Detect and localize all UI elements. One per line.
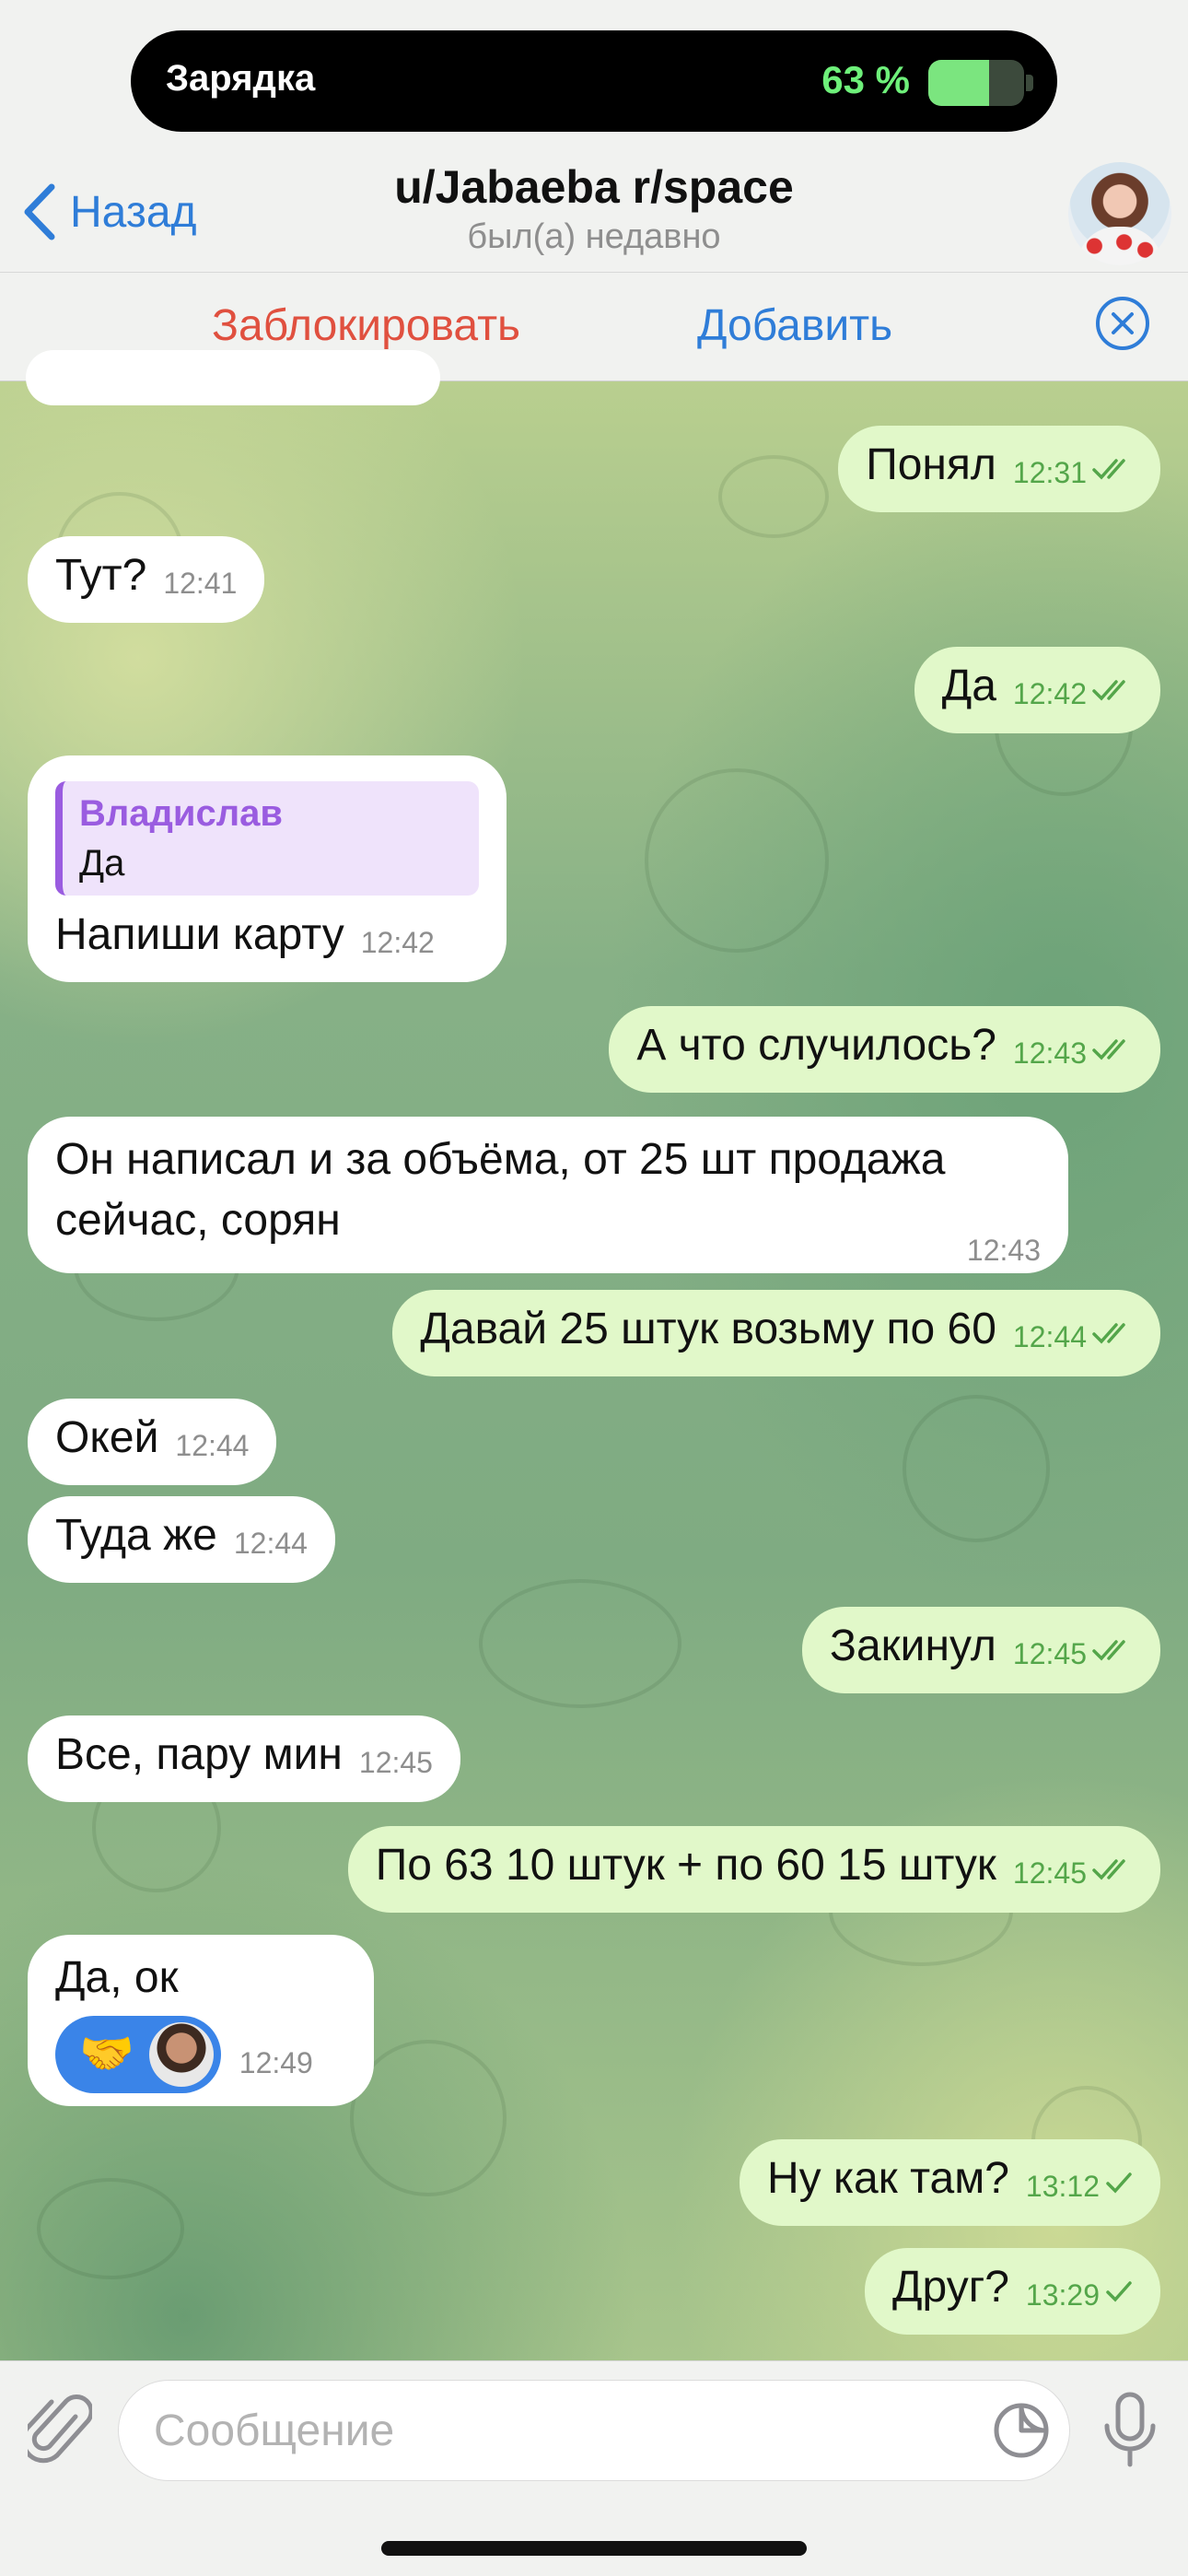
message-time: 13:29 (1025, 2278, 1100, 2312)
message-time: 12:45 (1012, 1856, 1087, 1890)
battery-level-fill (928, 60, 989, 106)
message-input[interactable] (118, 2380, 1070, 2481)
add-contact-button[interactable]: Добавить (697, 300, 892, 351)
reply-quote[interactable]: Владислав Да (55, 781, 479, 896)
message-in[interactable]: Тут? 12:41 (28, 536, 265, 623)
message-time: 12:42 (360, 926, 435, 959)
chat-header: Зарядка 63 % Назад u/Jabaeba r/space был… (0, 0, 1188, 273)
message-time: 12:43 (1012, 1036, 1087, 1070)
message-time: 12:31 (1012, 456, 1087, 489)
message-text: Закинул (829, 1622, 996, 1670)
sticker-icon (994, 2403, 1049, 2458)
double-check-icon (1092, 437, 1133, 498)
block-button[interactable]: Заблокировать (212, 300, 520, 351)
double-check-icon (1092, 1837, 1133, 1898)
message-time: 12:49 (239, 2046, 313, 2079)
message-in-with-reply[interactable]: Владислав Да Напиши карту 12:42 (28, 755, 507, 982)
home-indicator (381, 2541, 807, 2556)
message-out[interactable]: Да 12:42 (914, 647, 1160, 733)
paperclip-icon (20, 2395, 94, 2464)
message-text: Ну как там? (767, 2154, 1009, 2203)
message-text: Понял (866, 440, 996, 489)
reply-author: Владислав (79, 793, 284, 834)
message-in[interactable]: Он написал и за объёма, от 25 шт продажа… (28, 1117, 1068, 1273)
message-in-with-reaction[interactable]: Да, ок 🤝 12:49 (28, 1935, 374, 2106)
message-time: 12:44 (233, 1527, 308, 1560)
reply-text: Да (79, 843, 125, 884)
reactor-avatar (148, 2022, 214, 2087)
message-out[interactable]: А что случилось? 12:43 (609, 1006, 1160, 1093)
message-in[interactable]: Туда же 12:44 (28, 1496, 335, 1583)
message-text: Все, пару мин (55, 1730, 343, 1779)
message-time: 12:42 (1012, 677, 1087, 710)
message-time: 12:45 (1012, 1637, 1087, 1670)
message-text: Давай 25 штук возьму по 60 (420, 1305, 996, 1353)
close-banner-button[interactable] (1096, 297, 1149, 350)
message-text: Да, ок (55, 1953, 179, 2002)
message-time: 12:44 (1012, 1320, 1087, 1353)
back-label: Назад (70, 187, 197, 237)
message-out[interactable]: Давай 25 штук возьму по 60 12:44 (392, 1290, 1160, 1376)
message-text: Да (941, 662, 996, 710)
partial-message (26, 350, 440, 405)
message-in[interactable]: Все, пару мин 12:45 (28, 1715, 460, 1802)
chevron-left-icon (24, 183, 55, 240)
close-icon (1112, 312, 1134, 334)
message-out[interactable]: Понял 12:31 (838, 426, 1160, 512)
message-in[interactable]: Окей 12:44 (28, 1399, 277, 1485)
reaction-pill[interactable]: 🤝 (55, 2016, 221, 2093)
battery-icon (928, 60, 1024, 106)
message-out[interactable]: По 63 10 штук + по 60 15 штук 12:45 (347, 1826, 1160, 1913)
message-text: А что случилось? (636, 1021, 996, 1070)
message-text: Друг? (892, 2263, 1009, 2312)
message-out[interactable]: Ну как там? 13:12 (740, 2139, 1160, 2226)
message-text: Напиши карту (55, 910, 344, 959)
message-text-line: Он написал и за объёма, от 25 шт продажа (55, 1135, 946, 1184)
message-out[interactable]: Закинул 12:45 (801, 1607, 1160, 1693)
last-seen-status: был(а) недавно (467, 217, 721, 256)
message-text: Тут? (55, 551, 147, 600)
charging-island: Зарядка 63 % (131, 30, 1057, 132)
message-text: Туда же (55, 1511, 217, 1560)
single-check-icon (1105, 2259, 1133, 2320)
battery-percent: 63 % (821, 58, 910, 101)
message-time: 12:43 (966, 1234, 1041, 1267)
double-check-icon (1092, 1017, 1133, 1078)
double-check-icon (1092, 1618, 1133, 1679)
contact-avatar[interactable] (1068, 162, 1171, 265)
microphone-icon (1104, 2392, 1156, 2467)
sticker-button[interactable] (991, 2400, 1052, 2465)
charging-label: Зарядка (166, 58, 316, 99)
chat-title[interactable]: u/Jabaeba r/space (318, 160, 870, 214)
single-check-icon (1105, 2150, 1133, 2211)
message-text: По 63 10 штук + по 60 15 штук (375, 1841, 996, 1890)
message-text: Окей (55, 1413, 159, 1462)
handshake-icon: 🤝 (79, 2030, 134, 2078)
message-out[interactable]: Друг? 13:29 (865, 2248, 1160, 2335)
message-time: 12:45 (358, 1746, 433, 1779)
back-button[interactable]: Назад (20, 175, 197, 249)
attach-button[interactable] (20, 2389, 94, 2476)
double-check-icon (1092, 1301, 1133, 1362)
message-time: 12:44 (175, 1429, 250, 1462)
message-time: 13:12 (1025, 2170, 1100, 2203)
battery-cap (1026, 75, 1033, 91)
message-time: 12:41 (163, 567, 238, 600)
microphone-button[interactable] (1098, 2389, 1162, 2476)
double-check-icon (1092, 658, 1133, 719)
